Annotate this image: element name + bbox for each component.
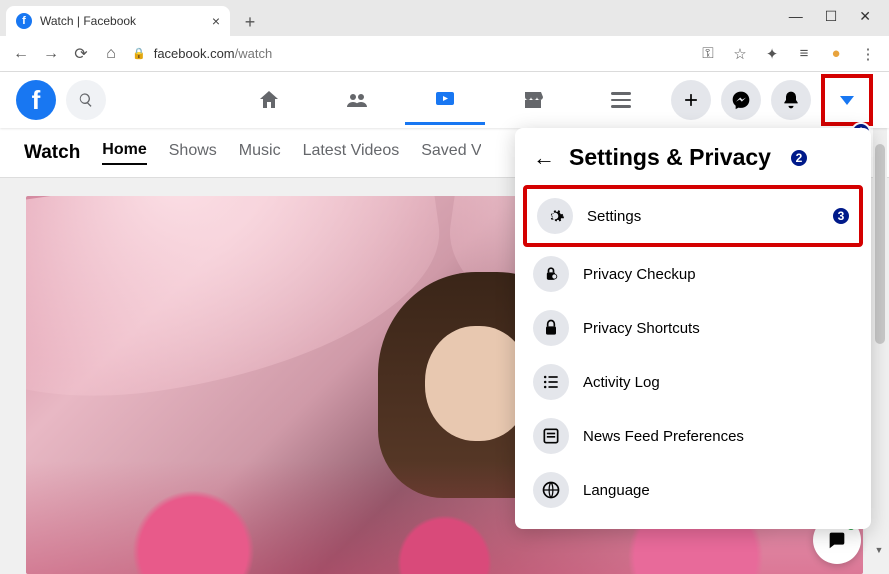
menu-label-news-feed: News Feed Preferences (583, 428, 744, 445)
search-icon (78, 92, 94, 108)
menu-label-activity-log: Activity Log (583, 374, 660, 391)
address-bar: ← → ⟳ ⌂ 🔒 facebook.com/watch ⚿ ☆ ✦ ≡ ● ⋮ (0, 36, 889, 72)
fb-logo-icon[interactable]: f (16, 80, 56, 120)
watch-icon (433, 87, 457, 111)
annotation-2: 2 (789, 148, 809, 168)
menu-item-settings[interactable]: Settings (527, 189, 859, 243)
annotation-3: 3 (831, 206, 851, 226)
menu-item-privacy-shortcuts[interactable]: Privacy Shortcuts (523, 301, 863, 355)
notifications-button[interactable] (771, 80, 811, 120)
settings-dropdown: ← Settings & Privacy 2 Settings 3 Privac… (515, 128, 871, 529)
dropdown-header: ← Settings & Privacy 2 (523, 138, 863, 185)
close-window-button[interactable]: ✕ (859, 8, 871, 25)
page-scrollbar[interactable]: ▲ ▼ (873, 72, 887, 556)
forward-button[interactable]: → (42, 45, 60, 63)
chat-icon (826, 529, 848, 551)
plus-icon (681, 90, 701, 110)
profile-avatar-icon[interactable]: ● (827, 45, 845, 62)
menu-item-news-feed[interactable]: News Feed Preferences (523, 409, 863, 463)
messenger-button[interactable] (721, 80, 761, 120)
nav-groups[interactable] (317, 75, 397, 125)
nav-watch[interactable] (405, 75, 485, 125)
maximize-button[interactable]: ☐ (825, 8, 838, 25)
url-field[interactable]: 🔒 facebook.com/watch (132, 46, 687, 61)
tab-favicon-icon: f (16, 13, 32, 29)
messenger-icon (731, 90, 751, 110)
tab-close-icon[interactable]: × (212, 13, 220, 29)
chrome-menu-icon[interactable]: ⋮ (859, 45, 877, 63)
address-right: ⚿ ☆ ✦ ≡ ● ⋮ (699, 45, 877, 63)
browser-titlebar: f Watch | Facebook × + — ☐ ✕ (0, 0, 889, 36)
menu-label-language: Language (583, 482, 650, 499)
nav-menu[interactable] (581, 75, 661, 125)
watch-tab-music[interactable]: Music (239, 142, 281, 164)
gear-icon (537, 198, 573, 234)
media-control-icon[interactable]: ≡ (795, 45, 813, 62)
watch-tab-shows[interactable]: Shows (169, 142, 217, 164)
window-controls: — ☐ ✕ (789, 0, 889, 36)
globe-icon (533, 472, 569, 508)
hamburger-icon (611, 92, 631, 108)
account-menu-button[interactable] (827, 80, 867, 120)
settings-item-highlight: Settings 3 (523, 185, 863, 247)
marketplace-icon (521, 88, 545, 112)
lock-icon: 🔒 (132, 47, 146, 60)
back-arrow-icon[interactable]: ← (533, 145, 555, 171)
privacy-checkup-icon (533, 256, 569, 292)
key-icon[interactable]: ⚿ (699, 45, 717, 62)
home-button[interactable]: ⌂ (102, 45, 120, 63)
caret-down-icon (840, 96, 854, 105)
center-nav (229, 75, 661, 125)
account-dropdown-highlight: 1 (821, 74, 873, 126)
url-host: facebook.com (154, 46, 235, 61)
search-button[interactable] (66, 80, 106, 120)
menu-label-settings: Settings (587, 208, 641, 225)
tab-title: Watch | Facebook (40, 14, 204, 28)
right-controls: 1 (671, 74, 873, 126)
minimize-button[interactable]: — (789, 8, 803, 24)
watch-title: Watch (24, 142, 80, 164)
groups-icon (345, 88, 369, 112)
url-path: /watch (235, 46, 273, 61)
bell-icon (781, 90, 801, 110)
lock-icon (533, 310, 569, 346)
fb-header: f (0, 72, 889, 128)
new-tab-button[interactable]: + (236, 8, 264, 36)
reload-button[interactable]: ⟳ (72, 44, 90, 64)
feed-icon (533, 418, 569, 454)
extensions-icon[interactable]: ✦ (763, 45, 781, 63)
nav-home[interactable] (229, 75, 309, 125)
watch-tab-latest[interactable]: Latest Videos (303, 142, 400, 164)
menu-label-privacy-checkup: Privacy Checkup (583, 266, 696, 283)
bookmark-star-icon[interactable]: ☆ (731, 45, 749, 63)
nav-marketplace[interactable] (493, 75, 573, 125)
menu-item-privacy-checkup[interactable]: Privacy Checkup (523, 247, 863, 301)
watch-tab-home[interactable]: Home (102, 141, 146, 165)
scroll-down-arrow-icon[interactable]: ▼ (873, 544, 885, 556)
scroll-thumb[interactable] (875, 144, 885, 344)
back-button[interactable]: ← (12, 45, 30, 63)
browser-tab[interactable]: f Watch | Facebook × (6, 6, 230, 36)
menu-label-privacy-shortcuts: Privacy Shortcuts (583, 320, 700, 337)
menu-item-activity-log[interactable]: Activity Log (523, 355, 863, 409)
home-icon (257, 88, 281, 112)
create-button[interactable] (671, 80, 711, 120)
watch-tab-saved[interactable]: Saved Videos (421, 142, 481, 164)
dropdown-title: Settings & Privacy (569, 144, 771, 171)
list-icon (533, 364, 569, 400)
menu-item-language[interactable]: Language (523, 463, 863, 517)
